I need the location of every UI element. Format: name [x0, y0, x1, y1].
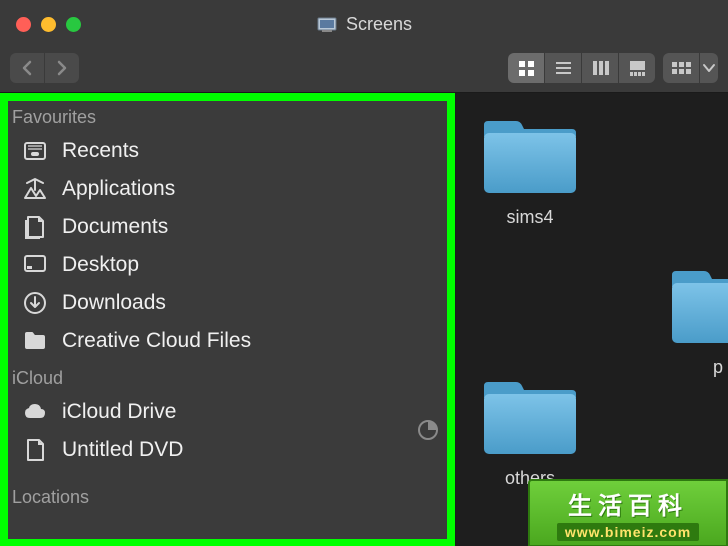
sidebar-item-recents[interactable]: Recents — [0, 132, 455, 170]
cloud-icon — [22, 399, 48, 425]
desktop-icon — [22, 252, 48, 278]
sidebar-item-label: Downloads — [62, 291, 166, 315]
section-header-icloud: iCloud — [0, 360, 455, 393]
sync-progress-icon — [417, 419, 439, 441]
grid-icon — [516, 58, 537, 79]
gallery-icon — [627, 58, 648, 79]
window-title-text: Screens — [346, 14, 412, 35]
recents-icon — [22, 138, 48, 164]
folder-icon — [480, 378, 580, 458]
folder-label: p — [713, 357, 723, 378]
folder-item-p[interactable]: p — [668, 267, 728, 378]
sidebar-item-applications[interactable]: Applications — [0, 170, 455, 208]
list-view-button[interactable] — [544, 53, 581, 83]
folder-item-others[interactable]: others — [480, 378, 580, 489]
arrange-menu-button[interactable] — [699, 53, 718, 83]
window-controls — [16, 17, 81, 32]
section-header-locations: Locations — [0, 479, 455, 512]
folder-item-sims4[interactable]: sims4 — [480, 117, 580, 228]
titlebar: Screens — [0, 0, 728, 48]
sidebar-item-creative-cloud[interactable]: Creative Cloud Files — [0, 322, 455, 360]
sidebar-item-downloads[interactable]: Downloads — [0, 284, 455, 322]
close-window-button[interactable] — [16, 17, 31, 32]
column-view-button[interactable] — [581, 53, 618, 83]
gallery-view-button[interactable] — [618, 53, 655, 83]
watermark-url: www.bimeiz.com — [557, 523, 699, 541]
folder-label: sims4 — [506, 207, 553, 228]
icon-view-button[interactable] — [508, 53, 544, 83]
finder-window: Screens Favourites Recents — [0, 0, 728, 546]
disc-icon — [22, 437, 48, 463]
toolbar — [0, 48, 728, 93]
arrange-button[interactable] — [663, 53, 699, 83]
sidebar-item-label: Recents — [62, 139, 139, 163]
sidebar-item-documents[interactable]: Documents — [0, 208, 455, 246]
sidebar-item-desktop[interactable]: Desktop — [0, 246, 455, 284]
sidebar-item-label: Creative Cloud Files — [62, 329, 251, 353]
nav-buttons — [10, 53, 79, 83]
forward-button[interactable] — [44, 53, 79, 83]
columns-icon — [590, 58, 611, 79]
sidebar-item-untitled-dvd[interactable]: Untitled DVD — [0, 431, 455, 469]
fullscreen-window-button[interactable] — [66, 17, 81, 32]
documents-icon — [22, 214, 48, 240]
sidebar-item-icloud-drive[interactable]: iCloud Drive — [0, 393, 455, 431]
sidebar-item-label: Applications — [62, 177, 175, 201]
view-mode-group — [508, 53, 655, 83]
chevron-right-icon — [52, 57, 72, 79]
content-area: sims4 others p 生活百科 www.bimeiz.com — [456, 93, 728, 546]
watermark: 生活百科 www.bimeiz.com — [528, 479, 728, 546]
chevron-down-icon — [700, 59, 718, 77]
shared-folder-icon — [316, 15, 338, 33]
chevron-left-icon — [17, 57, 37, 79]
sidebar-item-label: iCloud Drive — [62, 400, 176, 424]
minimize-window-button[interactable] — [41, 17, 56, 32]
section-header-favourites: Favourites — [0, 99, 455, 132]
arrange-group — [663, 53, 718, 83]
watermark-title: 生活百科 — [568, 486, 688, 521]
list-icon — [553, 58, 574, 79]
applications-icon — [22, 176, 48, 202]
folder-icon — [480, 117, 580, 197]
folder-icon — [22, 328, 48, 354]
folder-icon — [668, 267, 728, 347]
window-title: Screens — [316, 14, 412, 35]
sidebar-item-label: Documents — [62, 215, 168, 239]
downloads-icon — [22, 290, 48, 316]
sidebar: Favourites Recents Applications Document… — [0, 93, 456, 546]
back-button[interactable] — [10, 53, 44, 83]
sidebar-item-label: Untitled DVD — [62, 438, 183, 462]
arrange-icon — [669, 59, 694, 77]
sidebar-item-label: Desktop — [62, 253, 139, 277]
